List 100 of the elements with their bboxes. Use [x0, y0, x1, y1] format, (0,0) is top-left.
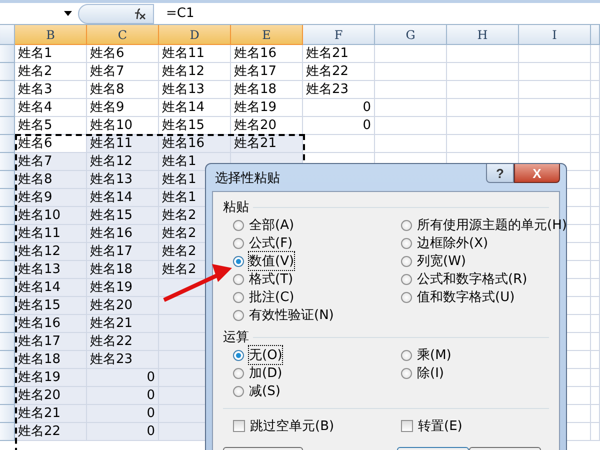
table-cell: 姓名15 — [87, 207, 159, 225]
row-header[interactable] — [0, 261, 15, 279]
option-label[interactable]: 无(O) — [249, 346, 282, 364]
table-cell: 姓名14 — [15, 279, 87, 297]
row-header[interactable] — [0, 45, 15, 63]
radio-button[interactable] — [401, 256, 412, 266]
table-cell: 姓名22 — [15, 423, 87, 441]
option-label[interactable]: 值和数字格式(U) — [417, 288, 515, 306]
select-all-corner[interactable] — [0, 25, 15, 45]
table-cell — [591, 423, 600, 441]
radio-button[interactable] — [233, 238, 244, 248]
group-label: 运算 — [223, 329, 249, 346]
checkbox-label[interactable]: 转置(E) — [418, 417, 462, 435]
table-cell: 姓名19 — [231, 99, 303, 117]
option-label[interactable]: 有效性验证(N) — [249, 306, 334, 324]
table-cell: 姓名11 — [15, 225, 87, 243]
row-header[interactable] — [0, 117, 15, 135]
row-header[interactable] — [0, 405, 15, 423]
table-cell — [591, 225, 600, 243]
table-cell: 姓名12 — [159, 63, 231, 81]
option-label[interactable]: 公式(F) — [249, 234, 293, 252]
row-header[interactable] — [0, 171, 15, 189]
row-header[interactable] — [0, 81, 15, 99]
table-cell: 0 — [87, 369, 159, 387]
dropdown-icon[interactable] — [64, 11, 72, 16]
row-header[interactable] — [0, 279, 15, 297]
row-header[interactable] — [0, 207, 15, 225]
option-label[interactable]: 除(I) — [417, 364, 444, 382]
help-button[interactable]: ? — [486, 164, 514, 183]
column-header[interactable]: G — [375, 25, 447, 45]
table-cell — [447, 45, 519, 63]
option-label[interactable]: 格式(T) — [249, 270, 294, 288]
radio-button[interactable] — [233, 274, 244, 284]
column-header[interactable]: D — [159, 25, 231, 45]
radio-button[interactable] — [401, 220, 412, 230]
row-header[interactable] — [0, 315, 15, 333]
row-header[interactable] — [0, 135, 15, 153]
option-label[interactable]: 所有使用源主题的单元(H) — [417, 216, 567, 234]
row-header[interactable] — [0, 99, 15, 117]
column-header[interactable]: C — [87, 25, 159, 45]
radio-button[interactable] — [401, 368, 412, 378]
option-label[interactable]: 列宽(W) — [417, 252, 466, 270]
radio-button[interactable] — [233, 386, 244, 396]
radio-button[interactable] — [233, 350, 244, 360]
radio-button[interactable] — [233, 292, 244, 302]
checkbox[interactable] — [233, 420, 245, 432]
table-cell: 姓名22 — [303, 63, 375, 81]
function-icon[interactable] — [133, 8, 147, 20]
table-cell: 姓名16 — [159, 135, 231, 153]
table-cell — [519, 117, 591, 135]
row-header[interactable] — [0, 153, 15, 171]
column-header[interactable]: I — [519, 25, 591, 45]
radio-button[interactable] — [233, 220, 244, 230]
option-label[interactable]: 公式和数字格式(R) — [417, 270, 528, 288]
table-cell — [447, 117, 519, 135]
radio-button[interactable] — [233, 310, 244, 320]
table-cell — [591, 243, 600, 261]
checkbox[interactable] — [401, 420, 413, 432]
row-header[interactable] — [0, 297, 15, 315]
column-header[interactable]: E — [231, 25, 303, 45]
row-header[interactable] — [0, 387, 15, 405]
radio-button[interactable] — [401, 274, 412, 284]
formula-field[interactable]: =C1 — [154, 4, 600, 24]
row-header[interactable] — [0, 333, 15, 351]
table-cell — [591, 81, 600, 99]
option-label[interactable]: 加(D) — [249, 364, 282, 382]
radio-button[interactable] — [401, 292, 412, 302]
radio-button[interactable] — [401, 350, 412, 360]
row-header[interactable] — [0, 225, 15, 243]
table-cell — [519, 99, 591, 117]
checkbox-label[interactable]: 跳过空单元(B) — [250, 417, 334, 435]
table-cell: 姓名12 — [87, 153, 159, 171]
column-header[interactable]: H — [447, 25, 519, 45]
row-header[interactable] — [0, 423, 15, 441]
row-header[interactable] — [0, 63, 15, 81]
table-cell: 姓名21 — [87, 315, 159, 333]
table-cell — [591, 207, 600, 225]
row-header[interactable] — [0, 369, 15, 387]
table-cell: 姓名11 — [87, 135, 159, 153]
radio-button[interactable] — [233, 368, 244, 378]
option-label[interactable]: 边框除外(X) — [417, 234, 488, 252]
option-label[interactable]: 批注(C) — [249, 288, 294, 306]
option-label[interactable]: 全部(A) — [249, 216, 294, 234]
radio-button[interactable] — [401, 238, 412, 248]
option-label[interactable]: 减(S) — [249, 382, 280, 400]
option-label[interactable]: 数值(V) — [249, 252, 294, 270]
table-cell — [591, 171, 600, 189]
column-header[interactable]: B — [15, 25, 87, 45]
table-cell — [591, 135, 600, 153]
table-cell: 姓名7 — [15, 153, 87, 171]
row-header[interactable] — [0, 243, 15, 261]
row-header[interactable] — [0, 351, 15, 369]
table-cell — [375, 45, 447, 63]
column-header[interactable] — [591, 25, 600, 45]
radio-button[interactable] — [233, 256, 244, 266]
option-label[interactable]: 乘(M) — [417, 346, 452, 364]
row-header[interactable] — [0, 189, 15, 207]
table-cell — [591, 261, 600, 279]
annotation-arrow — [163, 264, 232, 302]
column-header[interactable]: F — [303, 25, 375, 45]
